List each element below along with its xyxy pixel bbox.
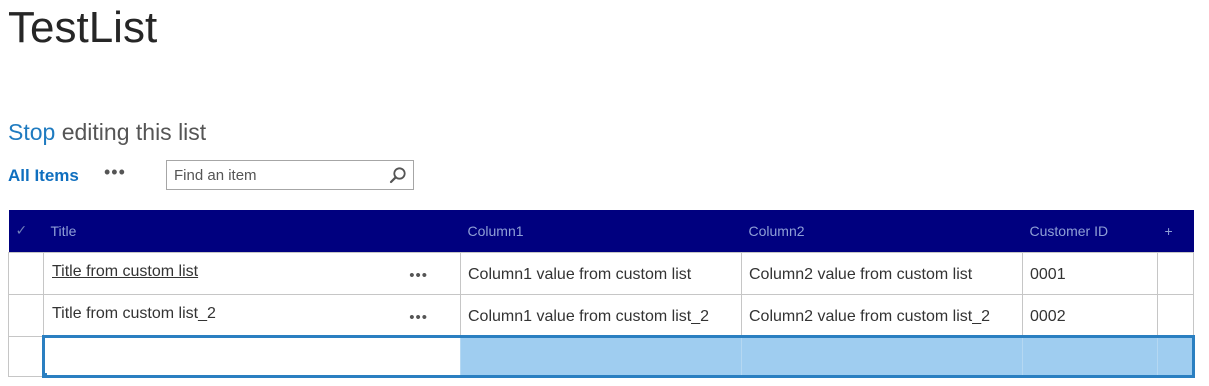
row-select-cell[interactable] [8, 293, 44, 337]
column-header-customer-id[interactable]: Customer ID [1022, 210, 1158, 252]
edit-mode-banner: Stop editing this list [8, 118, 206, 146]
column2-cell[interactable]: Column2 value from custom list_2 [741, 293, 1023, 337]
edit-mode-text: editing this list [55, 119, 207, 145]
grid-header-row: ✓ Title Column1 Column2 Customer ID + [8, 210, 1194, 252]
item-title-text[interactable]: Title from custom list_2 [52, 305, 216, 323]
select-all-column-header[interactable]: ✓ [8, 210, 44, 252]
item-title-link[interactable]: Title from custom list [52, 263, 198, 281]
add-column-plus-icon[interactable]: + [1157, 210, 1194, 252]
row-menu-ellipsis-icon[interactable]: ••• [409, 309, 428, 326]
list-grid: ✓ Title Column1 Column2 Customer ID + Ti… [8, 210, 1195, 378]
fill-handle[interactable] [46, 371, 48, 373]
row-select-cell[interactable] [8, 335, 44, 377]
row-menu-ellipsis-icon[interactable]: ••• [409, 267, 428, 284]
title-cell[interactable]: Title from custom list_2 ••• [43, 293, 461, 337]
column-header-title[interactable]: Title [43, 210, 461, 252]
new-empty-cell[interactable] [1157, 334, 1195, 378]
empty-cell [1157, 293, 1194, 337]
customer-id-cell[interactable]: 0002 [1022, 293, 1158, 337]
column-header-column2[interactable]: Column2 [741, 210, 1023, 252]
search-input[interactable] [167, 161, 384, 189]
search-icon[interactable] [389, 166, 407, 184]
column1-cell[interactable]: Column1 value from custom list_2 [460, 293, 742, 337]
stop-editing-link[interactable]: Stop [8, 119, 55, 145]
search-box [166, 160, 414, 190]
new-item-row[interactable] [8, 334, 1195, 378]
new-customer-id-cell[interactable] [1022, 334, 1158, 378]
table-row[interactable]: Title from custom list ••• Column1 value… [8, 251, 1194, 295]
new-column1-cell[interactable] [460, 334, 742, 378]
page-title: TestList [8, 3, 158, 52]
new-title-cell[interactable] [42, 334, 461, 378]
title-cell[interactable]: Title from custom list ••• [43, 251, 461, 295]
view-toolbar: All Items ••• [8, 160, 428, 192]
empty-cell [1157, 251, 1194, 295]
column1-cell[interactable]: Column1 value from custom list [460, 251, 742, 295]
view-all-items[interactable]: All Items [8, 166, 79, 186]
page: TestList Stop editing this list All Item… [0, 0, 1209, 386]
more-views-ellipsis-icon[interactable]: ••• [104, 162, 126, 183]
row-select-cell[interactable] [8, 251, 44, 295]
new-column2-cell[interactable] [741, 334, 1023, 378]
column-header-column1[interactable]: Column1 [460, 210, 742, 252]
table-row[interactable]: Title from custom list_2 ••• Column1 val… [8, 293, 1194, 337]
customer-id-cell[interactable]: 0001 [1022, 251, 1158, 295]
column2-cell[interactable]: Column2 value from custom list [741, 251, 1023, 295]
select-all-check-icon[interactable]: ✓ [16, 222, 28, 238]
